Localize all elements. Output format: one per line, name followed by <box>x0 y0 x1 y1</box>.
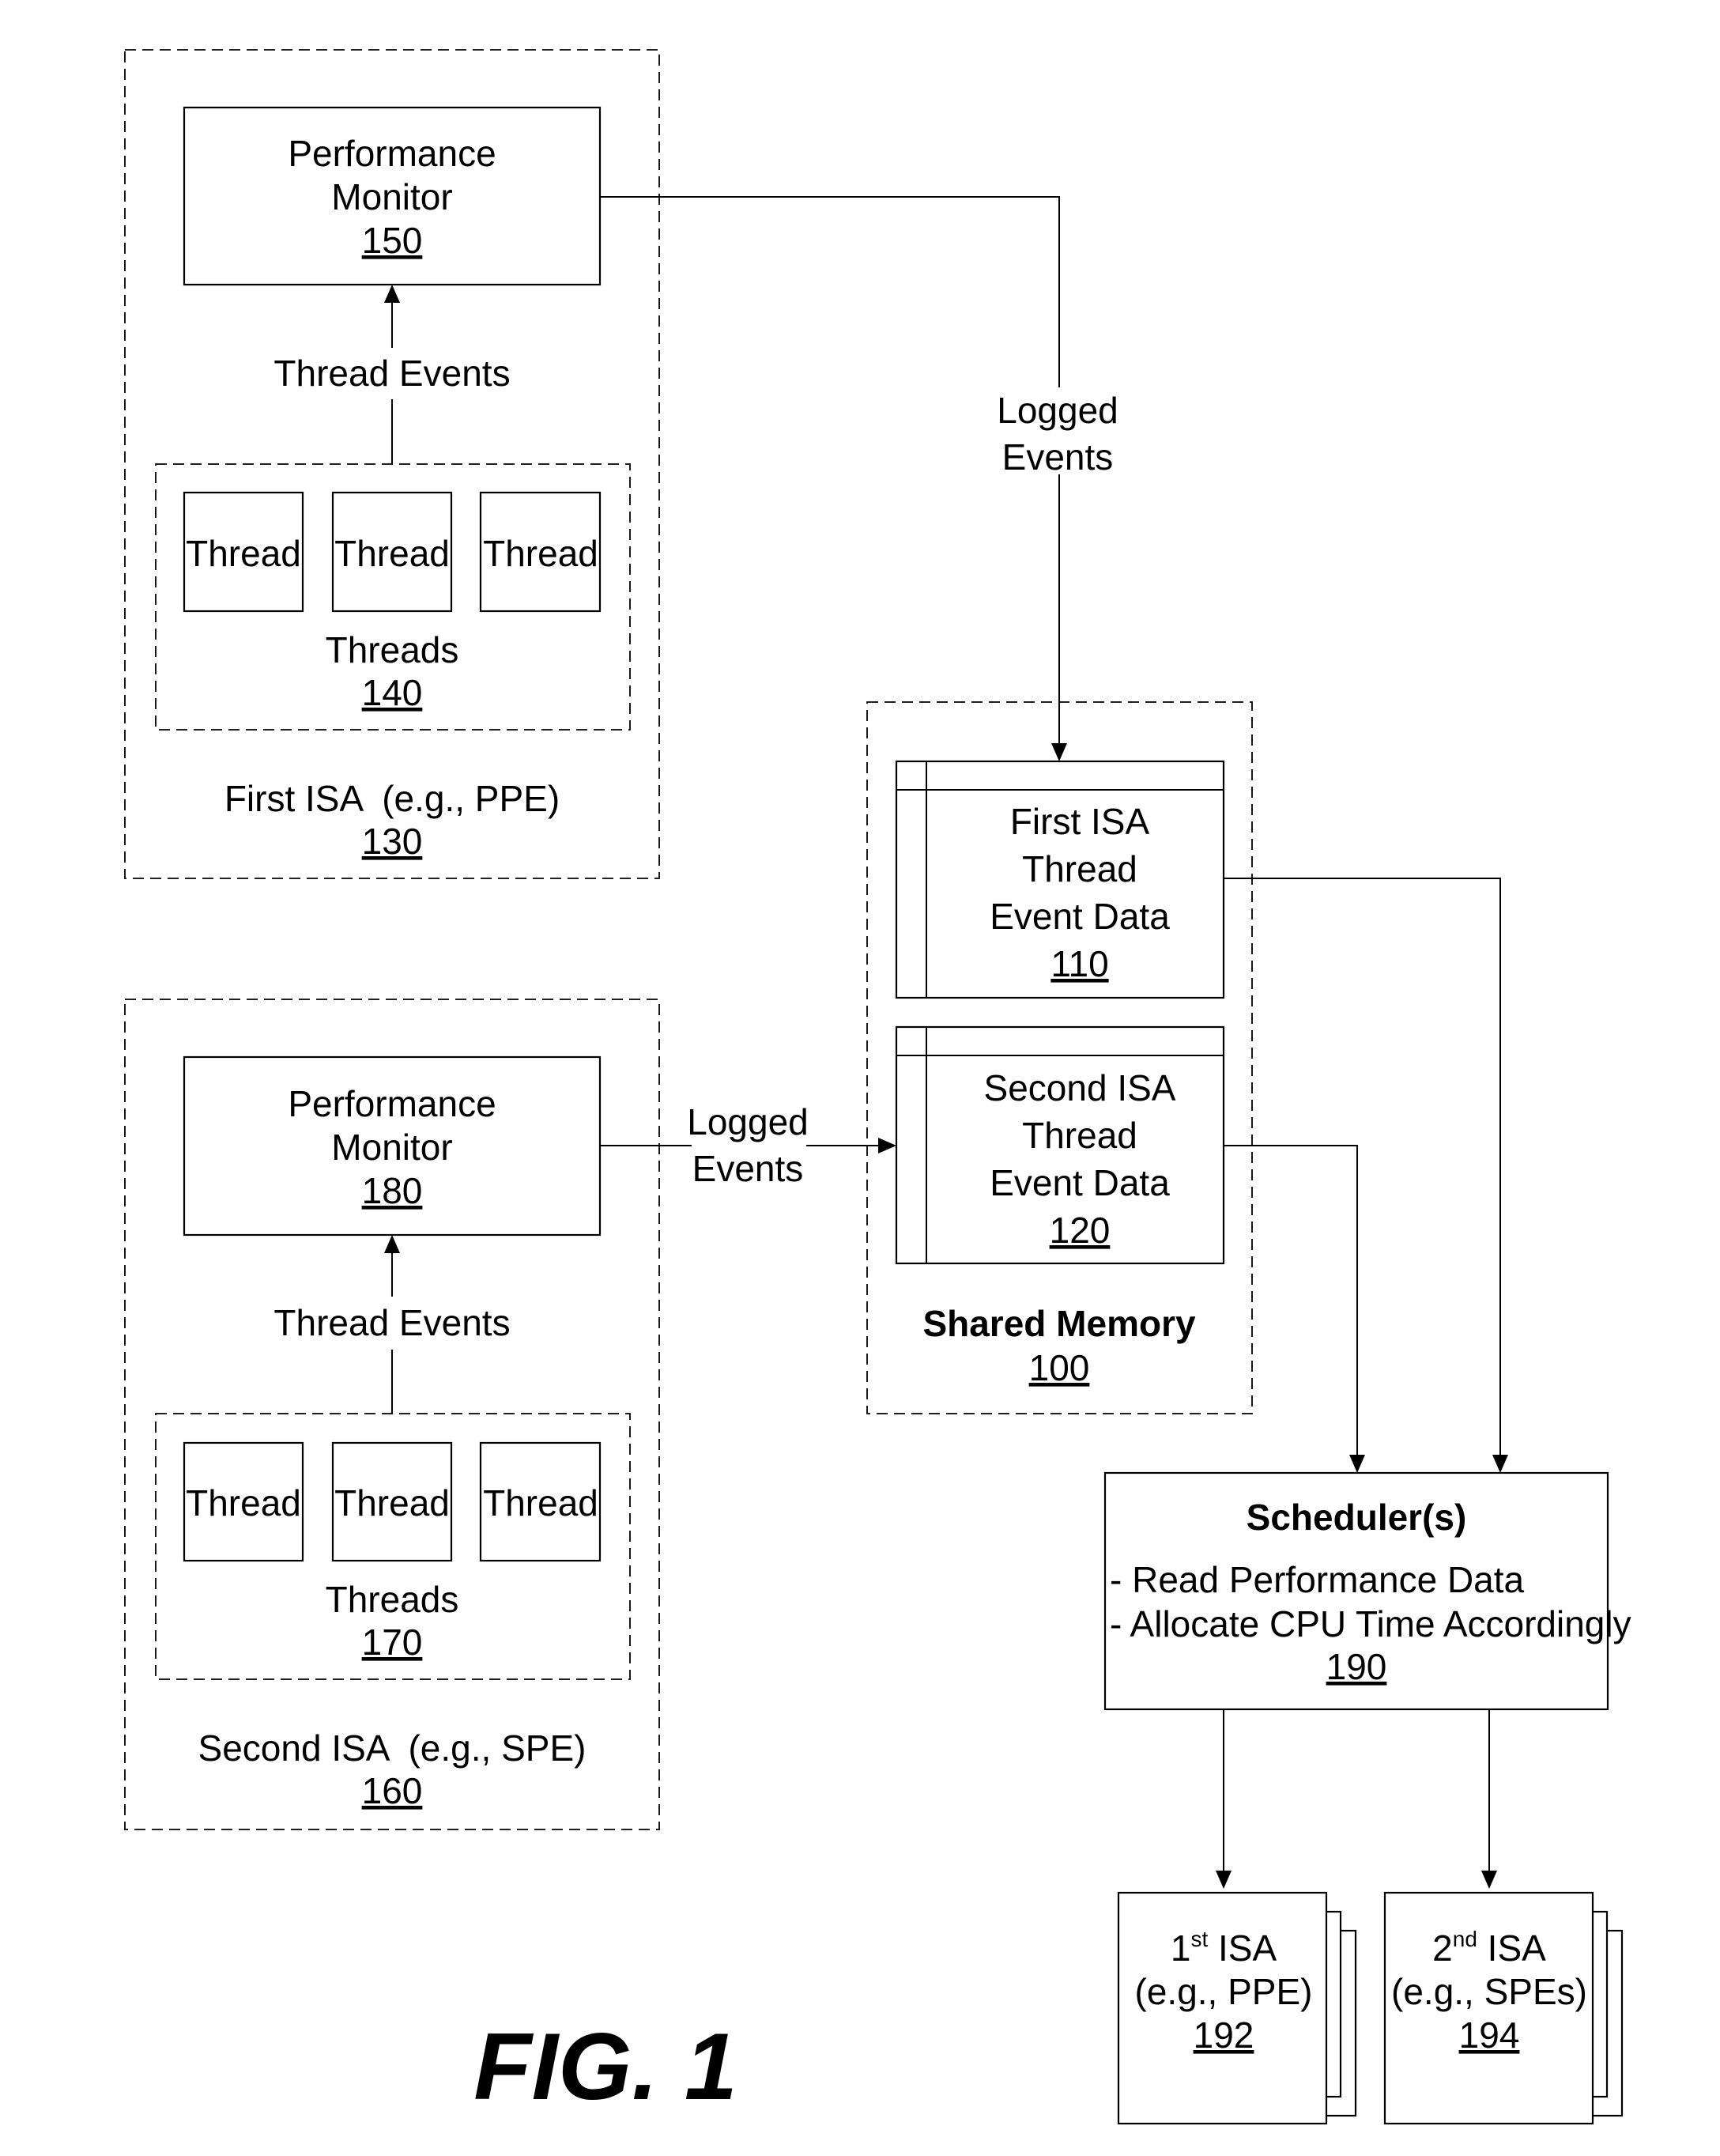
pm180-line1: Performance <box>288 1083 496 1124</box>
shared-memory-title: Shared Memory <box>922 1303 1196 1344</box>
second-isa-group: Performance Monitor 180 Thread Events Th… <box>124 999 660 1830</box>
data110-line2: Thread <box>1022 848 1137 889</box>
card-sup: nd <box>1453 1927 1477 1951</box>
figure-label: FIG. 1 <box>473 2014 737 2120</box>
scheduler-item-allocate: - Allocate CPU Time Accordingly <box>1110 1603 1631 1644</box>
arrow-down-icon <box>1492 1455 1508 1473</box>
isa-card-192[interactable]: 1st ISA (e.g., PPE) 192 <box>1117 1891 1357 2125</box>
card-suffix: ISA <box>1477 1928 1546 1969</box>
first-isa-ref: 130 <box>362 821 423 862</box>
thread-events-label: Thread Events <box>273 353 510 394</box>
threads-ref: 140 <box>362 672 423 713</box>
logged-events-connector-top: Logged Events <box>600 196 1118 761</box>
card-num: 2 <box>1432 1928 1453 1969</box>
logged-events-label-line2: Events <box>1002 436 1114 478</box>
card-num: 1 <box>1171 1928 1191 1969</box>
arrow-right-icon <box>878 1138 896 1154</box>
arrow-up-icon <box>384 285 400 303</box>
first-isa-event-data-110[interactable]: First ISA Thread Event Data 110 <box>895 760 1225 999</box>
first-isa-title: First ISA (e.g., PPE) <box>224 778 560 819</box>
pm150-ref: 150 <box>362 220 423 261</box>
card-suffix: ISA <box>1208 1928 1277 1969</box>
card-title: 2nd ISA <box>1432 1927 1546 1969</box>
card-ref: 194 <box>1459 2014 1520 2056</box>
arrow-down-icon <box>1216 1871 1232 1889</box>
threads-label: Threads <box>326 629 459 670</box>
thread-label: Thread <box>483 1482 598 1524</box>
arrow-down-icon <box>1349 1455 1365 1473</box>
thread-events-label: Thread Events <box>273 1302 510 1343</box>
connector-line <box>1224 878 1501 1456</box>
scheduler-input-connectors <box>1224 878 1508 1473</box>
data120-line2: Thread <box>1022 1115 1137 1156</box>
shared-memory: First ISA Thread Event Data 110 Second I… <box>866 701 1253 1414</box>
scheduler-ref: 190 <box>1326 1646 1387 1687</box>
diagram-canvas: Performance Monitor 150 Thread Events Th… <box>124 49 1631 2125</box>
card-title: 1st ISA <box>1171 1927 1277 1969</box>
scheduler-output-connectors <box>1216 1709 1497 1889</box>
logged-events-label-line1: Logged <box>997 390 1118 431</box>
second-isa-ref: 160 <box>362 1770 423 1811</box>
thread-label: Thread <box>483 533 598 574</box>
thread-label: Thread <box>334 533 450 574</box>
thread-label: Thread <box>186 533 301 574</box>
threads-label: Threads <box>326 1579 459 1620</box>
pm150-line1: Performance <box>288 133 496 174</box>
thread-label: Thread <box>334 1482 450 1524</box>
data120-line1: Second ISA <box>984 1067 1176 1108</box>
thread-label: Thread <box>186 1482 301 1524</box>
connector-line <box>1224 1145 1358 1456</box>
arrow-up-icon <box>384 1235 400 1253</box>
threads-ref: 170 <box>362 1622 423 1663</box>
card-example: (e.g., SPEs) <box>1391 1971 1587 2012</box>
logged-events-connector-mid: Logged Events <box>600 1101 896 1189</box>
data120-ref: 120 <box>1050 1210 1111 1251</box>
card-ref: 192 <box>1194 2014 1254 2056</box>
first-isa-group: Performance Monitor 150 Thread Events Th… <box>124 49 660 879</box>
data110-line1: First ISA <box>1010 801 1150 842</box>
pm150-line2: Monitor <box>331 176 452 217</box>
logged-events-label-line1: Logged <box>687 1101 809 1142</box>
card-example: (e.g., PPE) <box>1135 1971 1313 2012</box>
data120-line3: Event Data <box>990 1162 1170 1203</box>
second-isa-event-data-120[interactable]: Second ISA Thread Event Data 120 <box>895 1025 1225 1265</box>
logged-events-label-line2: Events <box>692 1148 804 1189</box>
arrow-down-icon <box>1481 1871 1497 1889</box>
data110-line3: Event Data <box>990 896 1170 937</box>
scheduler-item-read: - Read Performance Data <box>1110 1559 1525 1600</box>
pm180-line2: Monitor <box>331 1127 452 1168</box>
data110-ref: 110 <box>1050 943 1108 984</box>
scheduler-title: Scheduler(s) <box>1247 1497 1467 1538</box>
isa-card-194[interactable]: 2nd ISA (e.g., SPEs) 194 <box>1383 1891 1624 2125</box>
card-sup: st <box>1190 1927 1208 1951</box>
scheduler-190[interactable]: Scheduler(s) - Read Performance Data - A… <box>1103 1471 1631 1711</box>
arrow-down-icon <box>1051 743 1067 761</box>
connector-line <box>600 196 1060 387</box>
second-isa-title: Second ISA (e.g., SPE) <box>198 1727 587 1769</box>
shared-memory-ref: 100 <box>1029 1347 1090 1388</box>
pm180-ref: 180 <box>362 1170 423 1211</box>
